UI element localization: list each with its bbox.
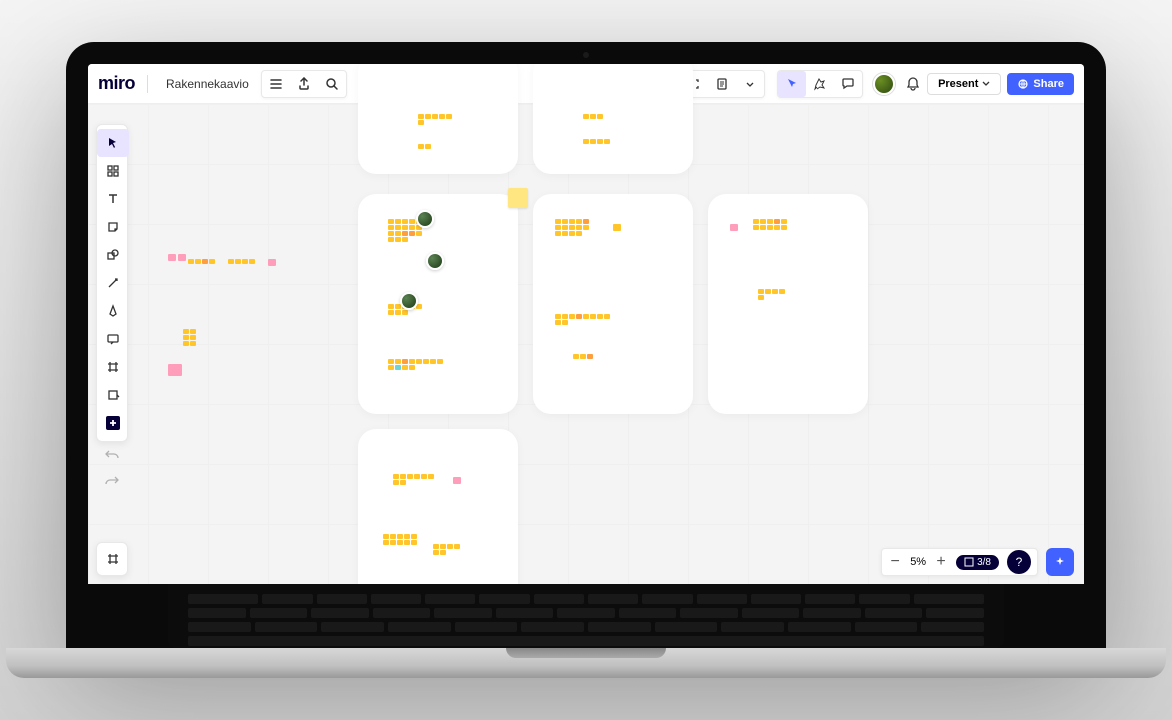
laptop-notch [506,648,666,658]
frame-left-partial[interactable] [128,104,328,584]
frame-bottom-1[interactable] [358,429,518,584]
undo-icon[interactable] [98,444,126,466]
zoom-out-button[interactable]: − [888,553,902,571]
comments-icon[interactable] [834,71,862,97]
tool-select[interactable] [97,129,129,157]
bottom-right-controls: − 5% + 3/8 ? [881,548,1074,576]
notifications-icon[interactable] [905,76,921,92]
frame-mid-3[interactable] [708,194,868,414]
tool-fit-view[interactable] [97,545,129,573]
tool-pen[interactable] [97,297,129,325]
export-icon[interactable] [290,71,318,97]
tool-shape[interactable] [97,241,129,269]
tool-comment[interactable] [97,325,129,353]
tool-more-apps[interactable] [97,409,129,437]
zoom-controls: − 5% + 3/8 ? [881,548,1038,576]
user-avatar[interactable] [873,73,895,95]
reactions-icon[interactable] [806,71,834,97]
cursor-icon[interactable] [778,71,806,97]
board-canvas[interactable] [88,104,1084,584]
sticky-note[interactable] [508,188,528,208]
frame-navigator[interactable]: 3/8 [956,555,999,570]
zoom-in-button[interactable]: + [934,553,948,571]
history-controls [98,444,126,492]
more-icon[interactable] [736,71,764,97]
tool-line[interactable] [97,269,129,297]
share-label: Share [1033,78,1064,90]
collaborator-cursor [400,292,418,310]
tool-templates[interactable] [97,157,129,185]
present-button[interactable]: Present [927,73,1001,95]
search-icon[interactable] [318,71,346,97]
board-actions [261,70,347,98]
menu-icon[interactable] [262,71,290,97]
frame-mid-1[interactable] [358,194,518,414]
share-button[interactable]: Share [1007,73,1074,95]
note-icon[interactable] [708,71,736,97]
laptop-base [6,648,1166,678]
tool-text[interactable] [97,185,129,213]
board-title[interactable]: Rakennekaavio [160,77,255,91]
camera-icon [583,52,589,58]
tool-upload[interactable] [97,381,129,409]
help-button[interactable]: ? [1007,550,1031,574]
tool-frame[interactable] [97,353,129,381]
tool-sticky[interactable] [97,213,129,241]
present-label: Present [938,78,978,90]
laptop-bezel: miro Rakennekaavio [66,42,1106,648]
zoom-level[interactable]: 5% [910,556,926,568]
app-logo[interactable]: miro [98,73,135,94]
redo-icon[interactable] [98,470,126,492]
tool-panel [96,124,128,442]
laptop-mockup: miro Rakennekaavio [66,42,1106,678]
interaction-tools [777,70,863,98]
fit-panel [96,542,128,576]
collaborator-cursor [416,210,434,228]
ai-assist-button[interactable] [1046,548,1074,576]
frame-index: 3/8 [977,557,991,568]
app-screen: miro Rakennekaavio [88,64,1084,584]
frame-top-1[interactable] [358,64,518,174]
frame-top-2[interactable] [533,64,693,174]
divider [147,75,148,93]
frame-mid-2[interactable] [533,194,693,414]
collaborator-cursor [426,252,444,270]
laptop-keyboard [168,584,1004,648]
